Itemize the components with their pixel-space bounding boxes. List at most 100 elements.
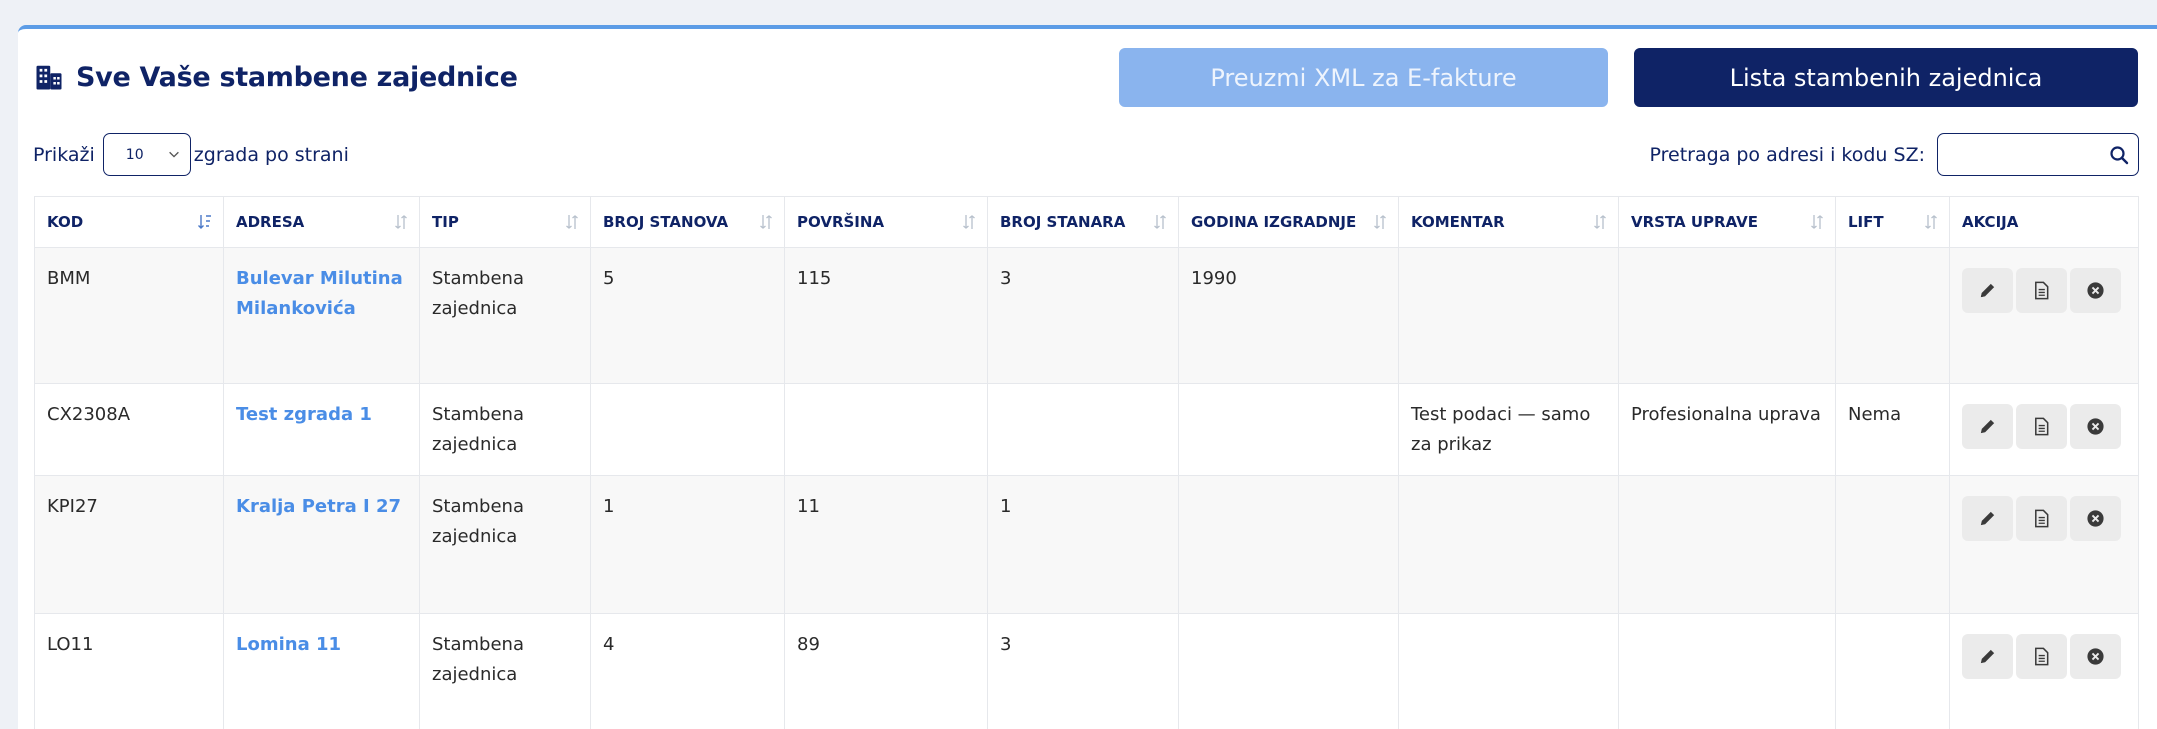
delete-button[interactable]	[2070, 634, 2121, 679]
column-header-kod[interactable]: KOD	[34, 196, 224, 248]
sort-asc-icon	[198, 215, 211, 229]
buildings-icon	[36, 65, 62, 90]
page-header: Sve Vaše stambene zajednice	[34, 47, 518, 107]
edit-button[interactable]	[1962, 268, 2013, 313]
buildings-table: KOD ADRESA TIP BROJ STANOVA POVRŠINA BRO…	[34, 196, 2139, 729]
document-icon	[2035, 417, 2049, 436]
download-xml-button[interactable]: Preuzmi XML za E-fakture	[1119, 48, 1608, 107]
document-icon	[2035, 281, 2049, 300]
document-button[interactable]	[2016, 634, 2067, 679]
table-row: CX2308A Test zgrada 1 Stambena zajednica…	[34, 383, 2139, 476]
cell-kod: LO11	[34, 613, 224, 729]
cell-godina-izgradnje: 1990	[1178, 247, 1399, 384]
cell-komentar	[1398, 475, 1619, 614]
cell-broj-stanova: 5	[590, 247, 785, 384]
cell-actions	[1949, 247, 2139, 384]
address-link[interactable]: Lomina 11	[223, 613, 420, 729]
column-header-vrsta-uprave[interactable]: VRSTA UPRAVE	[1618, 196, 1836, 248]
column-header-povrsina[interactable]: POVRŠINA	[784, 196, 988, 248]
address-link[interactable]: Kralja Petra I 27	[223, 475, 420, 614]
edit-button[interactable]	[1962, 634, 2013, 679]
search-area: Pretraga po adresi i kodu SZ:	[1650, 133, 2139, 176]
search-input[interactable]	[1937, 133, 2139, 176]
column-header-akcija: AKCIJA	[1949, 196, 2139, 248]
page-length-prefix: Prikaži	[33, 143, 95, 166]
sort-icon	[395, 215, 407, 229]
cell-broj-stanara: 1	[987, 475, 1179, 614]
search-icon[interactable]	[2109, 145, 2129, 165]
document-icon	[2035, 647, 2049, 666]
pencil-icon	[1980, 419, 1995, 434]
cell-broj-stanara	[987, 383, 1179, 476]
delete-button[interactable]	[2070, 496, 2121, 541]
sort-icon	[1925, 215, 1937, 229]
cell-actions	[1949, 383, 2139, 476]
column-header-broj-stanara[interactable]: BROJ STANARA	[987, 196, 1179, 248]
cell-godina-izgradnje	[1178, 383, 1399, 476]
search-label: Pretraga po adresi i kodu SZ:	[1649, 143, 1925, 166]
sort-icon	[1594, 215, 1606, 229]
table-row: BMM Bulevar Milutina Milankovića Stamben…	[34, 247, 2139, 384]
page-length-suffix: zgrada po strani	[193, 143, 349, 166]
cell-godina-izgradnje	[1178, 613, 1399, 729]
page-title: Sve Vaše stambene zajednice	[76, 61, 518, 93]
pencil-icon	[1980, 649, 1995, 664]
document-button[interactable]	[2016, 268, 2067, 313]
cell-povrsina	[784, 383, 988, 476]
edit-button[interactable]	[1962, 404, 2013, 449]
cell-tip: Stambena zajednica	[419, 613, 591, 729]
close-circle-icon	[2087, 648, 2104, 665]
cell-vrsta-uprave	[1618, 613, 1836, 729]
address-link[interactable]: Bulevar Milutina Milankovića	[223, 247, 420, 384]
close-circle-icon	[2087, 510, 2104, 527]
sort-icon	[760, 215, 772, 229]
page-length-value: 10	[125, 146, 144, 163]
sort-icon	[566, 215, 578, 229]
close-circle-icon	[2087, 282, 2104, 299]
cell-kod: CX2308A	[34, 383, 224, 476]
cell-broj-stanova: 1	[590, 475, 785, 614]
cell-povrsina: 11	[784, 475, 988, 614]
cell-povrsina: 115	[784, 247, 988, 384]
cell-actions	[1949, 613, 2139, 729]
page-length-select[interactable]: 10	[102, 133, 191, 176]
edit-button[interactable]	[1962, 496, 2013, 541]
column-header-adresa[interactable]: ADRESA	[223, 196, 420, 248]
cell-komentar	[1398, 613, 1619, 729]
sort-icon	[963, 215, 975, 229]
sort-icon	[1374, 215, 1386, 229]
pencil-icon	[1980, 283, 1995, 298]
column-header-lift[interactable]: LIFT	[1835, 196, 1950, 248]
cell-vrsta-uprave: Profesionalna uprava	[1618, 383, 1836, 476]
cell-povrsina: 89	[784, 613, 988, 729]
cell-kod: BMM	[34, 247, 224, 384]
column-header-tip[interactable]: TIP	[419, 196, 591, 248]
document-icon	[2035, 509, 2049, 528]
document-button[interactable]	[2016, 404, 2067, 449]
delete-button[interactable]	[2070, 268, 2121, 313]
buildings-list-button[interactable]: Lista stambenih zajednica	[1634, 48, 2138, 107]
cell-vrsta-uprave	[1618, 247, 1836, 384]
cell-komentar	[1398, 247, 1619, 384]
chevron-down-icon	[168, 151, 179, 158]
page-length-control: Prikaži 10 zgrada po strani	[33, 133, 349, 176]
cell-broj-stanara: 3	[987, 247, 1179, 384]
column-header-godina-izgradnje[interactable]: GODINA IZGRADNJE	[1178, 196, 1399, 248]
cell-lift	[1835, 247, 1950, 384]
cell-lift	[1835, 613, 1950, 729]
sort-icon	[1154, 215, 1166, 229]
cell-tip: Stambena zajednica	[419, 383, 591, 476]
column-header-broj-stanova[interactable]: BROJ STANOVA	[590, 196, 785, 248]
document-button[interactable]	[2016, 496, 2067, 541]
cell-broj-stanova	[590, 383, 785, 476]
cell-vrsta-uprave	[1618, 475, 1836, 614]
cell-broj-stanara: 3	[987, 613, 1179, 729]
cell-broj-stanova: 4	[590, 613, 785, 729]
address-link[interactable]: Test zgrada 1	[223, 383, 420, 476]
delete-button[interactable]	[2070, 404, 2121, 449]
table-row: LO11 Lomina 11 Stambena zajednica 4 89 3	[34, 613, 2139, 729]
cell-tip: Stambena zajednica	[419, 475, 591, 614]
close-circle-icon	[2087, 418, 2104, 435]
cell-komentar: Test podaci — samo za prikaz	[1398, 383, 1619, 476]
column-header-komentar[interactable]: KOMENTAR	[1398, 196, 1619, 248]
